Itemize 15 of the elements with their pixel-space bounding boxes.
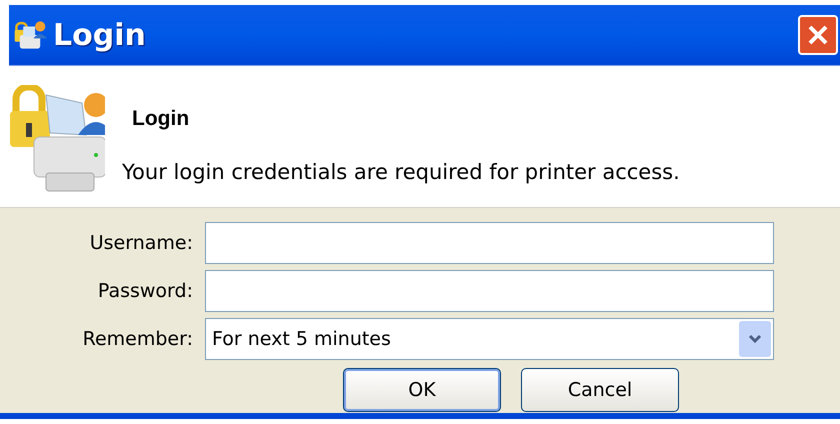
field-label: Username: (88, 230, 194, 256)
dropdown-value: For next 5 minutes (212, 326, 391, 352)
username-field[interactable] (205, 222, 774, 264)
header-message: Your login credentials are required for printer access. (122, 158, 680, 186)
field-label: Password: (96, 278, 194, 304)
window-title: Login (53, 16, 146, 54)
header-title: Login (132, 106, 190, 132)
cancel-button[interactable]: Cancel (521, 368, 679, 412)
field-label: Remember: (82, 326, 194, 352)
remember-dropdown[interactable]: For next 5 minutes (205, 318, 774, 360)
close-icon (807, 24, 829, 46)
ok-button[interactable]: OK (343, 368, 501, 412)
password-field[interactable] (205, 270, 774, 312)
chevron-down-icon[interactable] (739, 321, 771, 357)
close-button[interactable] (798, 15, 838, 55)
